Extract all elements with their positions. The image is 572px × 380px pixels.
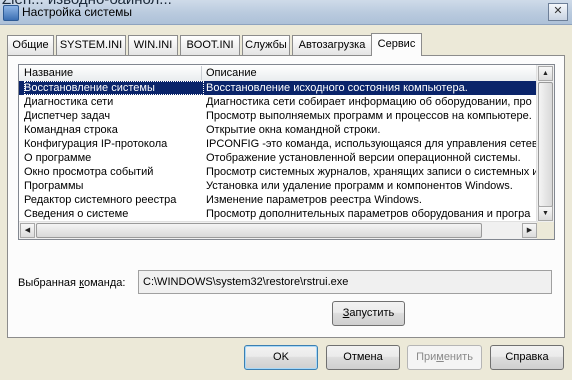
apply-button[interactable]: Применить [407, 345, 482, 370]
list-item-name: Редактор системного реестра [24, 194, 177, 206]
tab-win-ini[interactable]: WIN.INI [128, 35, 178, 55]
list-item-description: Просмотр системных журналов, хранящих за… [206, 166, 538, 178]
tab-startup[interactable]: Автозагрузка [292, 35, 372, 55]
tools-panel: Название Описание Восстановление системы… [7, 55, 565, 338]
selected-command-label: Выбранная команда: [18, 277, 126, 289]
launch-button[interactable]: Запустить [332, 301, 405, 326]
list-item-name: Конфигурация IP-протокола [24, 138, 168, 150]
scroll-right-arrow-icon[interactable]: ▶ [522, 223, 537, 238]
cancel-button[interactable]: Отмена [326, 345, 400, 370]
list-item-name: Сведения о системе [24, 208, 129, 220]
list-item-name: Окно просмотра событий [24, 166, 154, 178]
title-bar[interactable]: Zieh... изводно-байнол... Настройка сист… [0, 0, 572, 25]
list-item-description: Изменение параметров реестра Windows. [206, 194, 422, 206]
list-rows: Восстановление системы Восстановление исх… [19, 81, 538, 235]
scroll-down-arrow-icon[interactable]: ▼ [538, 206, 553, 221]
tab-boot-ini[interactable]: BOOT.INI [180, 35, 240, 55]
scroll-up-arrow-icon[interactable]: ▲ [538, 66, 553, 81]
tools-list[interactable]: Название Описание Восстановление системы… [18, 64, 555, 240]
scroll-left-arrow-icon[interactable]: ◀ [20, 223, 35, 238]
list-item-description: Просмотр выполняемых программ и процессо… [206, 110, 532, 122]
list-item[interactable]: Командная строка Открытие окна командной … [19, 123, 538, 137]
list-item-description: Установка или удаление программ и компон… [206, 180, 513, 192]
list-item-name: Командная строка [24, 124, 118, 136]
list-item-description: Отображение установленной версии операци… [206, 152, 521, 164]
list-item-description: Открытие окна командной строки. [206, 124, 381, 136]
close-icon[interactable]: ✕ [548, 3, 568, 21]
list-item[interactable]: Конфигурация IP-протокола IPCONFIG -это к… [19, 137, 538, 151]
horizontal-scrollbar[interactable]: ◀ ▶ [19, 221, 538, 239]
list-item[interactable]: Диагностика сети Диагностика сети собирае… [19, 95, 538, 109]
list-item-name: О программе [24, 152, 92, 164]
window-title: Настройка системы [22, 5, 133, 19]
list-item[interactable]: Диспетчер задач Просмотр выполняемых прог… [19, 109, 538, 123]
list-item-description: Просмотр дополнительных параметров обору… [206, 208, 531, 220]
horizontal-scroll-thumb[interactable] [36, 223, 482, 238]
list-item-description: Диагностика сети собирает информацию об … [206, 96, 532, 108]
system-configuration-dialog: Zieh... изводно-байнол... Настройка сист… [0, 0, 572, 380]
list-item-name: Диспетчер задач [24, 110, 111, 122]
help-button[interactable]: Справка [490, 345, 564, 370]
list-item[interactable]: Окно просмотра событий Просмотр системных… [19, 165, 538, 179]
list-item[interactable]: Программы Установка или удаление программ… [19, 179, 538, 193]
tab-services[interactable]: Службы [242, 35, 290, 55]
list-item[interactable]: О программе Отображение установленной вер… [19, 151, 538, 165]
tab-system-ini[interactable]: SYSTEM.INI [56, 35, 126, 55]
window-icon [3, 5, 19, 21]
list-item[interactable]: Восстановление системы Восстановление исх… [19, 81, 538, 95]
tab-general[interactable]: Общие [7, 35, 54, 55]
list-item[interactable]: Сведения о системе Просмотр дополнительны… [19, 207, 538, 221]
vertical-scrollbar[interactable]: ▲ ▼ [536, 65, 554, 222]
list-item-description: Восстановление исходного состояния компь… [206, 82, 468, 94]
column-header-name[interactable]: Название [19, 66, 202, 80]
list-header: Название Описание [19, 65, 538, 82]
list-item-name: Программы [24, 180, 84, 192]
list-item-description: IPCONFIG -это команда, использующаяся дл… [206, 138, 538, 150]
scrollbar-corner [537, 222, 554, 239]
ok-button[interactable]: OK [244, 345, 318, 370]
vertical-scroll-thumb[interactable] [538, 82, 553, 207]
list-item-name: Диагностика сети [24, 96, 114, 108]
selected-command-field[interactable]: C:\WINDOWS\system32\restore\rstrui.exe [138, 270, 552, 294]
tab-tools[interactable]: Сервис [371, 33, 422, 56]
list-item-name: Восстановление системы [24, 81, 204, 95]
column-header-description[interactable]: Описание [201, 66, 257, 80]
list-item[interactable]: Редактор системного реестра Изменение пар… [19, 193, 538, 207]
